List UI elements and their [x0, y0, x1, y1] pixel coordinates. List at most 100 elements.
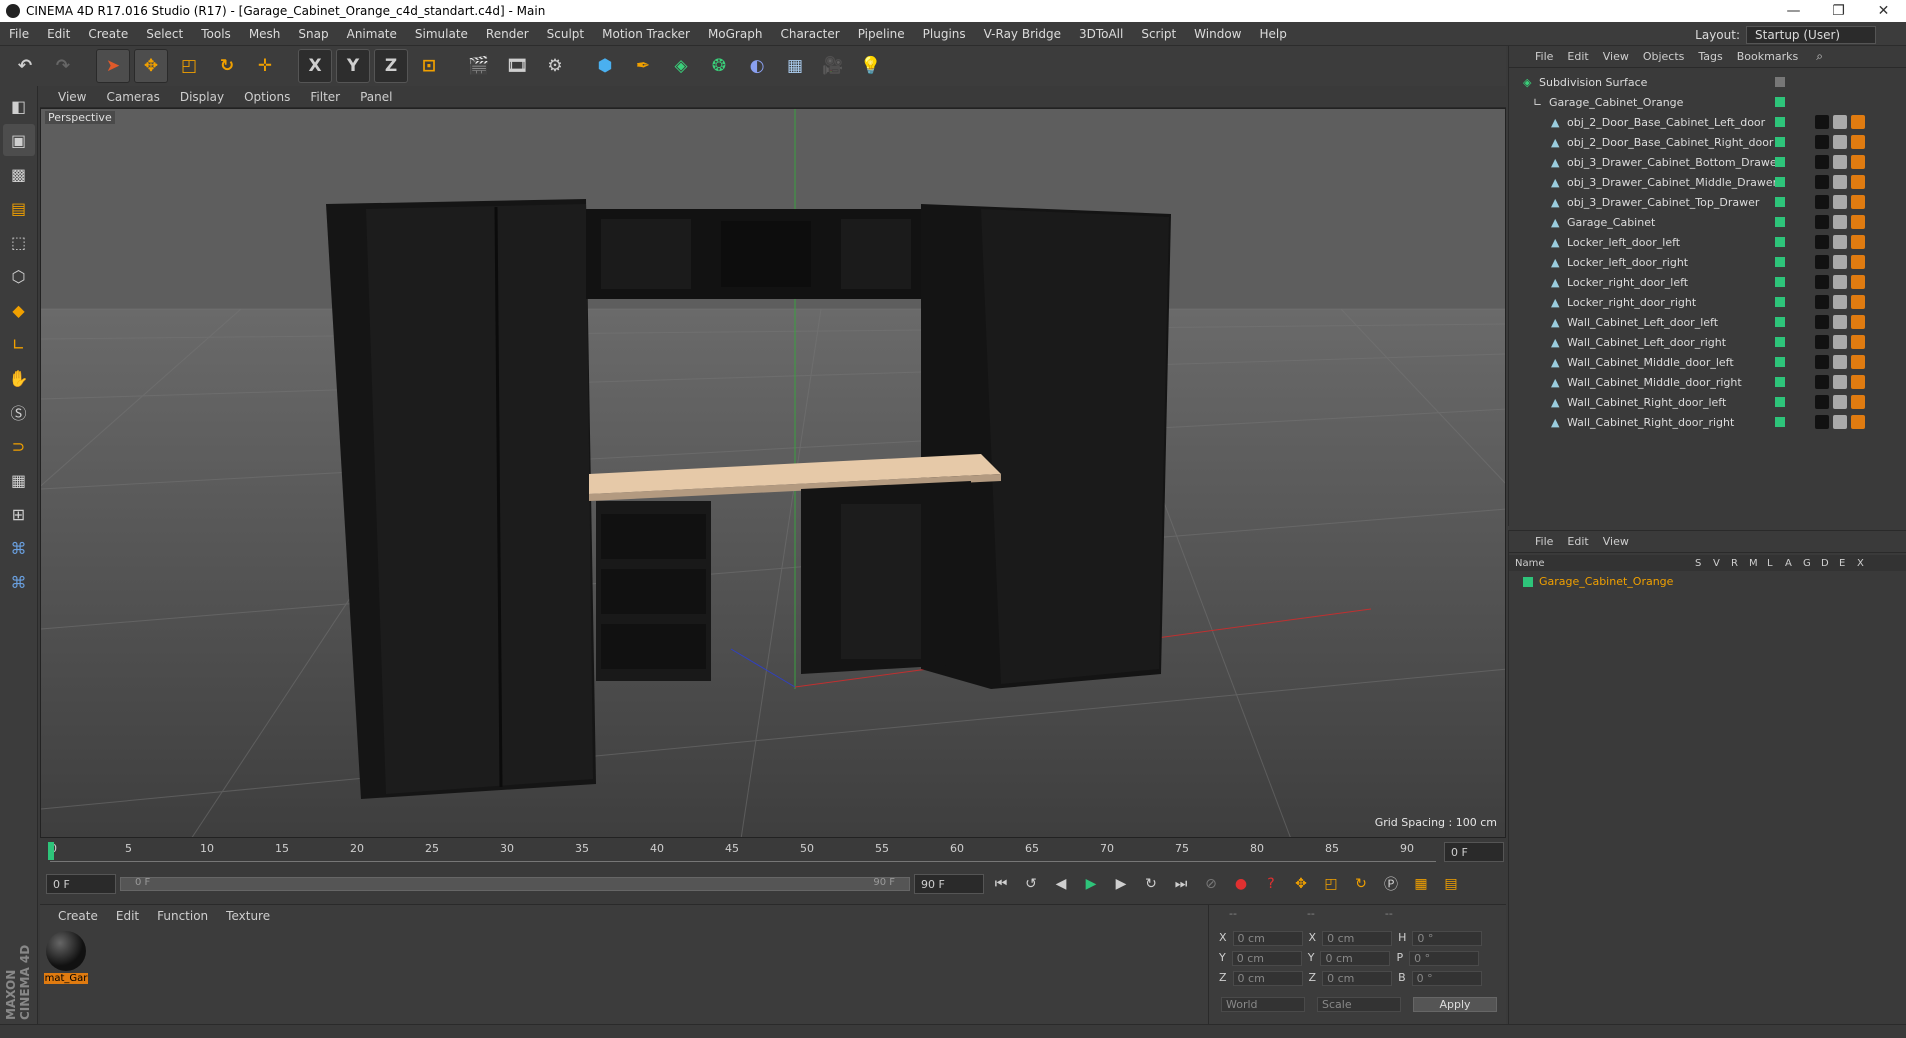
- cube-primitive-icon[interactable]: ⬢: [588, 49, 622, 83]
- object-row[interactable]: ▲ Wall_Cabinet_Middle_door_left: [1509, 352, 1906, 372]
- rotation-p-field[interactable]: 0 °: [1409, 951, 1480, 966]
- edges-mode-icon[interactable]: ⬡: [3, 260, 35, 292]
- model-mode-icon[interactable]: ▣: [2, 124, 35, 156]
- menu-snap[interactable]: Snap: [289, 27, 337, 41]
- current-frame-field[interactable]: 0 F: [1444, 842, 1504, 862]
- object-row[interactable]: ∟ Garage_Cabinet_Orange: [1509, 92, 1906, 112]
- deformer-icon[interactable]: ◐: [740, 49, 774, 83]
- menu-render[interactable]: Render: [477, 27, 538, 41]
- menu-help[interactable]: Help: [1250, 27, 1295, 41]
- material-tag-icon[interactable]: [1815, 375, 1829, 389]
- selection-tag-icon[interactable]: [1851, 135, 1865, 149]
- selection-tag-icon[interactable]: [1851, 335, 1865, 349]
- object-row[interactable]: ▲ obj_3_Drawer_Cabinet_Middle_Drawer: [1509, 172, 1906, 192]
- position-y-field[interactable]: 0 cm: [1231, 951, 1302, 966]
- record-disabled-icon[interactable]: ⊘: [1198, 871, 1224, 897]
- menu-3dtoall[interactable]: 3DToAll: [1070, 27, 1132, 41]
- axis-mode-icon[interactable]: ∟: [3, 328, 35, 360]
- visibility-dot[interactable]: [1775, 217, 1785, 227]
- menu-sculpt[interactable]: Sculpt: [538, 27, 593, 41]
- material-menu-function[interactable]: Function: [149, 909, 216, 923]
- selection-tag-icon[interactable]: [1851, 315, 1865, 329]
- selection-tag-icon[interactable]: [1851, 155, 1865, 169]
- material-tag-icon[interactable]: [1815, 195, 1829, 209]
- texture-tag-icon[interactable]: [1833, 355, 1847, 369]
- menu-file[interactable]: File: [0, 27, 38, 41]
- material-tag-icon[interactable]: [1815, 355, 1829, 369]
- viewport-menu-panel[interactable]: Panel: [352, 90, 400, 104]
- visibility-dot[interactable]: [1775, 357, 1785, 367]
- key-rotation-icon[interactable]: ↻: [1348, 871, 1374, 897]
- texture-tag-icon[interactable]: [1833, 335, 1847, 349]
- material-tag-icon[interactable]: [1815, 155, 1829, 169]
- frame-range-slider[interactable]: 0 F 90 F: [120, 877, 910, 891]
- selection-tag-icon[interactable]: [1851, 195, 1865, 209]
- visibility-dot[interactable]: [1775, 337, 1785, 347]
- points-mode-icon[interactable]: ⬚: [3, 226, 35, 258]
- z-axis-lock-icon[interactable]: Z: [374, 49, 408, 83]
- visibility-dot[interactable]: [1775, 377, 1785, 387]
- visibility-dot[interactable]: [1775, 237, 1785, 247]
- search-icon[interactable]: ⌕: [1816, 49, 1823, 64]
- size-x-field[interactable]: 0 cm: [1322, 931, 1393, 946]
- objects-menu-edit[interactable]: Edit: [1561, 50, 1594, 63]
- selection-tag-icon[interactable]: [1851, 415, 1865, 429]
- selection-tag-icon[interactable]: [1851, 235, 1865, 249]
- visibility-dot[interactable]: [1775, 297, 1785, 307]
- material-tag-icon[interactable]: [1815, 175, 1829, 189]
- object-row[interactable]: ▲ Locker_right_door_left: [1509, 272, 1906, 292]
- scale-tool-icon[interactable]: ◰: [172, 49, 206, 83]
- spline-pen-icon[interactable]: ✒: [626, 49, 660, 83]
- material-tag-icon[interactable]: [1815, 235, 1829, 249]
- texture-tag-icon[interactable]: [1833, 315, 1847, 329]
- start-frame-field[interactable]: 0 F: [46, 874, 116, 894]
- rotation-b-field[interactable]: 0 °: [1411, 971, 1482, 986]
- object-row[interactable]: ▲ Wall_Cabinet_Right_door_left: [1509, 392, 1906, 412]
- material-tag-icon[interactable]: [1815, 295, 1829, 309]
- selection-tag-icon[interactable]: [1851, 395, 1865, 409]
- size-mode-dropdown[interactable]: Scale: [1317, 997, 1401, 1012]
- menu-animate[interactable]: Animate: [338, 27, 406, 41]
- menu-window[interactable]: Window: [1185, 27, 1250, 41]
- object-row[interactable]: ▲ obj_2_Door_Base_Cabinet_Right_door: [1509, 132, 1906, 152]
- object-row[interactable]: ▲ Locker_left_door_right: [1509, 252, 1906, 272]
- visibility-dot[interactable]: [1775, 77, 1785, 87]
- next-key-icon[interactable]: ↻: [1138, 871, 1164, 897]
- menu-motion-tracker[interactable]: Motion Tracker: [593, 27, 699, 41]
- render-picture-viewer-icon[interactable]: 🎞: [500, 49, 534, 83]
- minimize-button[interactable]: —: [1771, 0, 1816, 22]
- render-settings-icon[interactable]: ⚙: [538, 49, 572, 83]
- menu-tools[interactable]: Tools: [192, 27, 240, 41]
- objects-menu-tags[interactable]: Tags: [1692, 50, 1728, 63]
- go-to-start-icon[interactable]: ⏮: [988, 871, 1014, 897]
- texture-tag-icon[interactable]: [1833, 115, 1847, 129]
- viewport-menu-options[interactable]: Options: [236, 90, 298, 104]
- material-tag-icon[interactable]: [1815, 315, 1829, 329]
- visibility-dot[interactable]: [1775, 397, 1785, 407]
- object-row[interactable]: ▲ Wall_Cabinet_Left_door_left: [1509, 312, 1906, 332]
- object-row[interactable]: ▲ Wall_Cabinet_Right_door_right: [1509, 412, 1906, 432]
- texture-tag-icon[interactable]: [1833, 255, 1847, 269]
- texture-tag-icon[interactable]: [1833, 175, 1847, 189]
- menu-mograph[interactable]: MoGraph: [699, 27, 772, 41]
- layers-menu-view[interactable]: View: [1597, 535, 1635, 548]
- menu-simulate[interactable]: Simulate: [406, 27, 477, 41]
- position-z-field[interactable]: 0 cm: [1232, 971, 1303, 986]
- timeline-window-icon[interactable]: ▤: [1438, 871, 1464, 897]
- menu-vray-bridge[interactable]: V-Ray Bridge: [975, 27, 1070, 41]
- camera-icon[interactable]: 🎥: [816, 49, 850, 83]
- close-button[interactable]: ✕: [1861, 0, 1906, 22]
- texture-tag-icon[interactable]: [1833, 215, 1847, 229]
- visibility-dot[interactable]: [1775, 137, 1785, 147]
- material-tag-icon[interactable]: [1815, 395, 1829, 409]
- position-x-field[interactable]: 0 cm: [1232, 931, 1303, 946]
- material-menu-create[interactable]: Create: [50, 909, 106, 923]
- end-frame-field[interactable]: 90 F: [914, 874, 984, 894]
- key-parameter-icon[interactable]: Ⓟ: [1378, 871, 1404, 897]
- make-editable-icon[interactable]: ◧: [3, 90, 35, 122]
- texture-mode-icon[interactable]: ▩: [3, 158, 35, 190]
- texture-tag-icon[interactable]: [1833, 135, 1847, 149]
- menu-script[interactable]: Script: [1132, 27, 1185, 41]
- viewport-menu-display[interactable]: Display: [172, 90, 232, 104]
- rotation-h-field[interactable]: 0 °: [1412, 931, 1483, 946]
